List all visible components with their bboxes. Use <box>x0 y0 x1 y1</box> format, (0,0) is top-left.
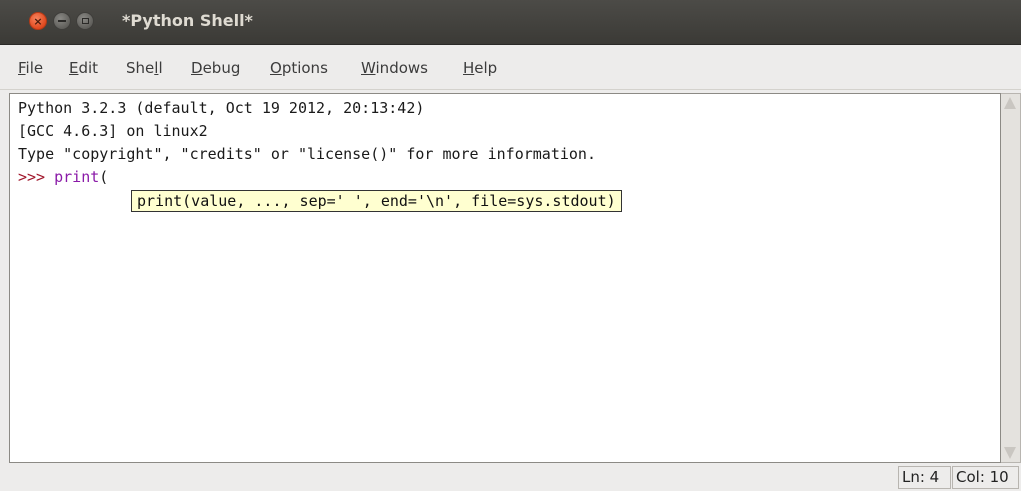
output-line: Python 3.2.3 (default, Oct 19 2012, 20:1… <box>18 99 425 117</box>
arrow-down-icon <box>1004 447 1016 459</box>
close-icon: × <box>33 14 43 28</box>
output-line: [GCC 4.6.3] on linux2 <box>18 122 208 140</box>
minimize-button[interactable] <box>53 12 71 30</box>
output-line: Type "copyright", "credits" or "license(… <box>18 145 596 163</box>
status-bar: Ln: 4 Col: 10 <box>0 463 1021 491</box>
maximize-button[interactable] <box>76 12 94 30</box>
input-paren: ( <box>99 168 109 186</box>
builtin-keyword: print <box>54 168 100 186</box>
close-button[interactable]: × <box>29 12 47 30</box>
menu-file[interactable]: File <box>18 59 43 77</box>
menu-windows[interactable]: Windows <box>361 59 428 77</box>
menu-options[interactable]: Options <box>270 59 328 77</box>
line-number-status: Ln: 4 <box>898 466 951 489</box>
title-bar[interactable]: × *Python Shell* <box>0 0 1021 45</box>
vertical-scrollbar[interactable] <box>1001 93 1021 463</box>
shell-text-area[interactable]: Python 3.2.3 (default, Oct 19 2012, 20:1… <box>9 93 1001 463</box>
idle-window: × *Python Shell* File Edit Shell Debug O… <box>0 0 1021 491</box>
window-title: *Python Shell* <box>122 11 253 30</box>
menu-debug[interactable]: Debug <box>191 59 240 77</box>
scroll-up-button[interactable] <box>1003 96 1017 110</box>
menu-help[interactable]: Help <box>463 59 497 77</box>
menu-edit[interactable]: Edit <box>69 59 98 77</box>
column-number-status: Col: 10 <box>952 466 1019 489</box>
minimize-icon <box>58 20 66 22</box>
calltip-tooltip: print(value, ..., sep=' ', end='\n', fil… <box>131 190 622 212</box>
menu-bar: File Edit Shell Debug Options Windows He… <box>0 45 1021 90</box>
menu-shell[interactable]: Shell <box>126 59 163 77</box>
shell-prompt: >>> <box>18 168 55 186</box>
input-line[interactable]: >>> print( <box>18 168 108 186</box>
maximize-icon <box>81 18 89 24</box>
arrow-up-icon <box>1004 97 1016 109</box>
scroll-down-button[interactable] <box>1003 446 1017 460</box>
